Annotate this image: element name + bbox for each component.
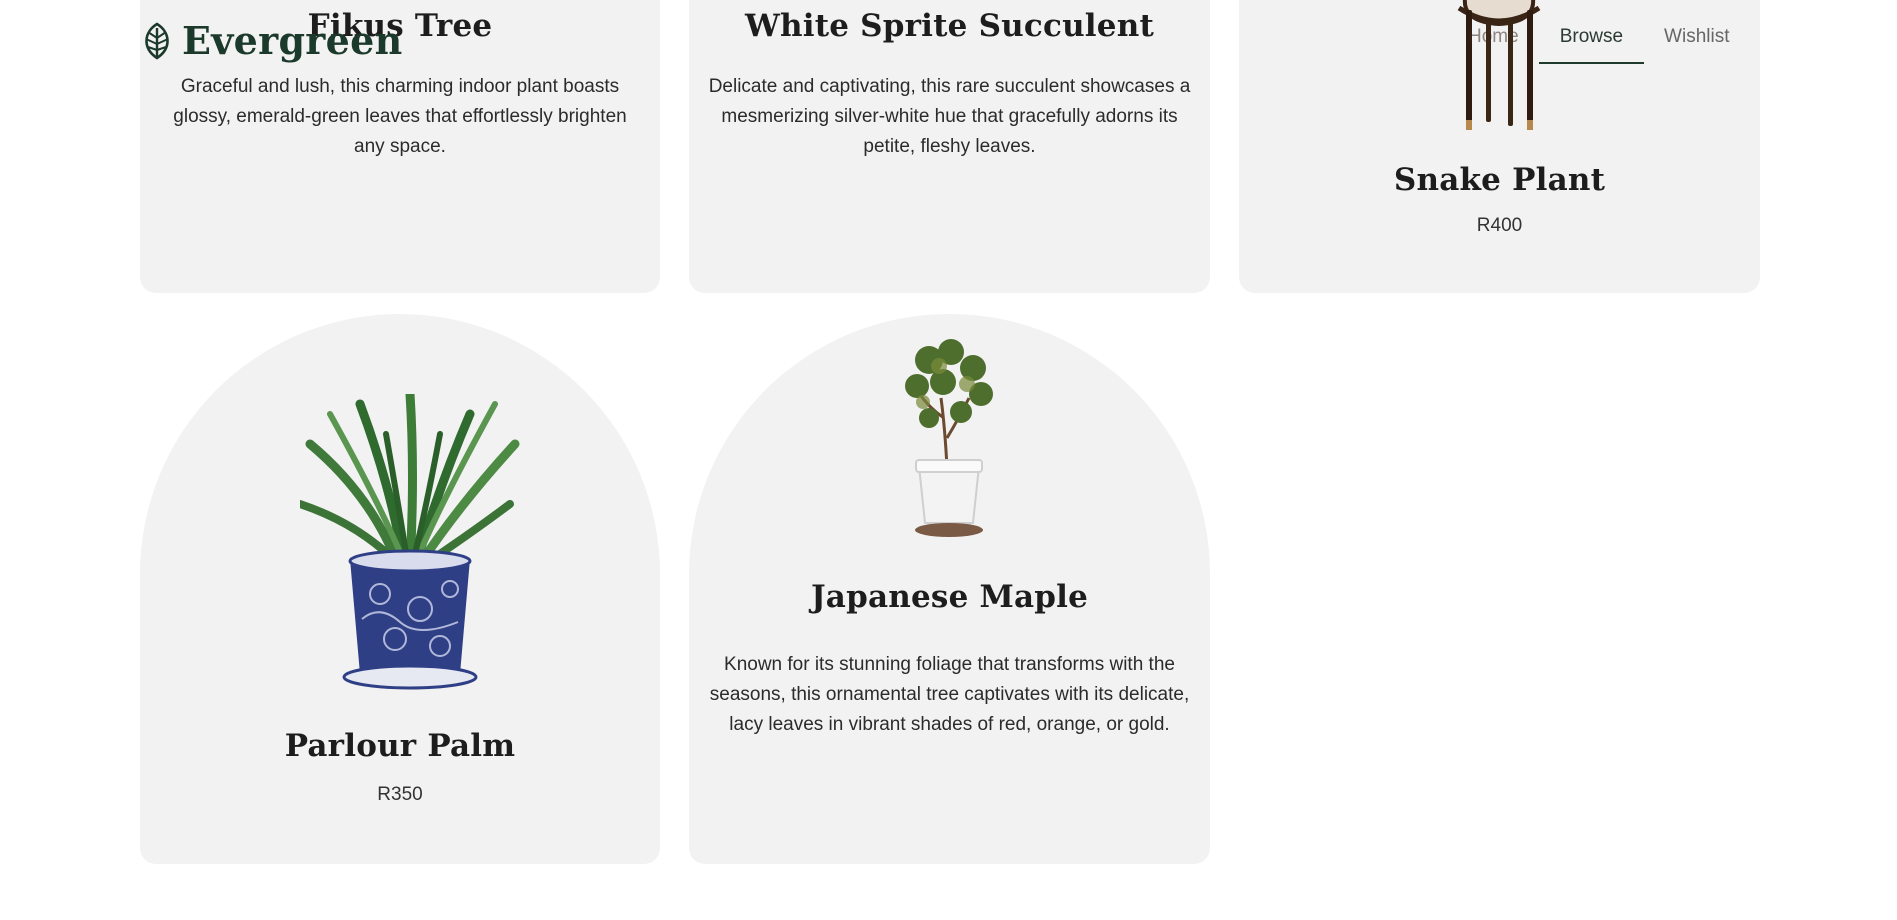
product-description: Graceful and lush, this charming indoor … [173, 76, 627, 157]
product-price: R400 [1476, 215, 1523, 236]
main-nav: Home Browse Wishlist [1448, 20, 1750, 64]
product-title: Parlour Palm [284, 728, 516, 764]
brand-name: Evergreen [182, 18, 403, 63]
product-title: Japanese Maple [810, 579, 1089, 615]
parlour-palm-image [300, 394, 520, 690]
product-description: Delicate and captivating, this rare succ… [708, 76, 1191, 157]
product-card-parlour-palm[interactable]: Parlour Palm R350 [140, 314, 660, 864]
product-description: Known for its stunning foliage that tran… [709, 654, 1190, 735]
product-title: Snake Plant [1393, 162, 1606, 198]
nav-home[interactable]: Home [1448, 20, 1539, 64]
japanese-maple-image [905, 339, 993, 537]
leaf-icon [145, 21, 169, 60]
brand-link[interactable]: Evergreen [140, 18, 403, 63]
nav-browse[interactable]: Browse [1538, 20, 1645, 64]
product-card-japanese-maple[interactable]: Japanese Maple Known for its stunning fo… [689, 314, 1210, 864]
nav-wishlist[interactable]: Wishlist [1644, 20, 1749, 64]
product-price: R350 [377, 784, 423, 805]
product-card-white-sprite-succulent[interactable]: White Sprite Succulent Delicate and capt… [689, 0, 1210, 293]
product-title: White Sprite Succulent [745, 8, 1154, 44]
browse-page: Fikus Tree Graceful and lush, this charm… [0, 0, 1897, 920]
